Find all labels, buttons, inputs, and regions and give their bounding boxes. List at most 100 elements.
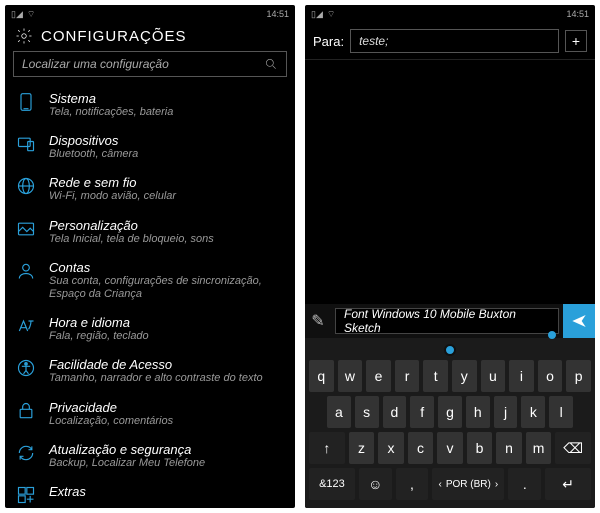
item-title: Atualização e segurança bbox=[49, 442, 205, 457]
search-icon bbox=[264, 57, 278, 71]
plus-icon: + bbox=[572, 33, 580, 49]
key-s[interactable]: s bbox=[355, 396, 379, 428]
settings-item-dispositivos[interactable]: DispositivosBluetooth, câmera bbox=[15, 127, 285, 169]
gear-icon bbox=[15, 27, 33, 45]
update-icon bbox=[15, 442, 37, 464]
key-m[interactable]: m bbox=[526, 432, 552, 464]
item-subtitle: Sua conta, configurações de sincronizaçã… bbox=[49, 275, 285, 301]
ease-of-access-icon bbox=[15, 357, 37, 379]
status-bar: ▯◢ ⌔ 14:51 bbox=[5, 5, 295, 23]
key-language[interactable]: ‹ POR (BR) › bbox=[432, 468, 504, 500]
item-title: Hora e idioma bbox=[49, 315, 149, 330]
key-emoji[interactable]: ☺ bbox=[359, 468, 392, 500]
item-subtitle: Backup, Localizar Meu Telefone bbox=[49, 457, 205, 470]
item-subtitle: Tela, notificações, bateria bbox=[49, 106, 173, 119]
time-language-icon bbox=[15, 315, 37, 337]
settings-item-rede[interactable]: Rede e sem fioWi-Fi, modo avião, celular bbox=[15, 169, 285, 211]
key-i[interactable]: i bbox=[509, 360, 534, 392]
key-r[interactable]: r bbox=[395, 360, 420, 392]
key-row-3: ↑ z x c v b n m ⌫ bbox=[309, 432, 591, 464]
devices-icon bbox=[15, 133, 37, 155]
key-numeric[interactable]: &123 bbox=[309, 468, 355, 500]
message-body[interactable] bbox=[305, 60, 595, 304]
network-icon bbox=[15, 175, 37, 197]
send-icon bbox=[571, 313, 587, 329]
settings-item-atualizacao[interactable]: Atualização e segurançaBackup, Localizar… bbox=[15, 436, 285, 478]
key-period[interactable]: . bbox=[508, 468, 541, 500]
key-comma[interactable]: , bbox=[396, 468, 429, 500]
search-placeholder: Localizar uma configuração bbox=[22, 57, 169, 71]
settings-item-hora-idioma[interactable]: Hora e idiomaFala, região, teclado bbox=[15, 309, 285, 351]
item-title: Contas bbox=[49, 260, 285, 275]
key-language-label: POR (BR) bbox=[446, 479, 491, 490]
to-value: teste; bbox=[359, 34, 388, 48]
key-d[interactable]: d bbox=[383, 396, 407, 428]
key-t[interactable]: t bbox=[423, 360, 448, 392]
key-c[interactable]: c bbox=[408, 432, 434, 464]
key-f[interactable]: f bbox=[410, 396, 434, 428]
item-subtitle: Bluetooth, câmera bbox=[49, 148, 138, 161]
wifi-icon: ⌔ bbox=[327, 9, 335, 20]
key-row-4: &123 ☺ , ‹ POR (BR) › . ↵ bbox=[309, 468, 591, 500]
item-title: Sistema bbox=[49, 91, 173, 106]
key-a[interactable]: a bbox=[327, 396, 351, 428]
attach-icon[interactable]: ✎ bbox=[305, 308, 331, 334]
add-contact-button[interactable]: + bbox=[565, 30, 587, 52]
key-k[interactable]: k bbox=[521, 396, 545, 428]
item-subtitle: Tamanho, narrador e alto contraste do te… bbox=[49, 372, 263, 385]
settings-item-contas[interactable]: ContasSua conta, configurações de sincro… bbox=[15, 254, 285, 309]
settings-item-personalizacao[interactable]: PersonalizaçãoTela Inicial, tela de bloq… bbox=[15, 212, 285, 254]
key-o[interactable]: o bbox=[538, 360, 563, 392]
key-l[interactable]: l bbox=[549, 396, 573, 428]
key-h[interactable]: h bbox=[466, 396, 490, 428]
cursor-handle[interactable] bbox=[309, 344, 591, 356]
key-x[interactable]: x bbox=[378, 432, 404, 464]
item-title: Facilidade de Acesso bbox=[49, 357, 263, 372]
key-w[interactable]: w bbox=[338, 360, 363, 392]
settings-item-facilidade[interactable]: Facilidade de AcessoTamanho, narrador e … bbox=[15, 351, 285, 393]
key-p[interactable]: p bbox=[566, 360, 591, 392]
chevron-right-icon: › bbox=[495, 479, 498, 490]
key-n[interactable]: n bbox=[496, 432, 522, 464]
key-b[interactable]: b bbox=[467, 432, 493, 464]
key-g[interactable]: g bbox=[438, 396, 462, 428]
key-u[interactable]: u bbox=[481, 360, 506, 392]
item-subtitle: Tela Inicial, tela de bloqueio, sons bbox=[49, 233, 214, 246]
to-label: Para: bbox=[313, 34, 344, 49]
item-title: Privacidade bbox=[49, 400, 173, 415]
clock: 14:51 bbox=[566, 9, 589, 19]
settings-item-sistema[interactable]: SistemaTela, notificações, bateria bbox=[15, 85, 285, 127]
key-backspace[interactable]: ⌫ bbox=[555, 432, 591, 464]
phone-settings: ▯◢ ⌔ 14:51 CONFIGURAÇÕES Localizar uma c… bbox=[5, 5, 295, 508]
key-enter[interactable]: ↵ bbox=[545, 468, 591, 500]
key-row-2: a s d f g h j k l bbox=[309, 396, 591, 428]
phone-messaging: ▯◢ ⌔ 14:51 Para: teste; + ✎ Font Windows… bbox=[305, 5, 595, 508]
privacy-icon bbox=[15, 400, 37, 422]
wifi-icon: ⌔ bbox=[27, 9, 35, 20]
item-title: Personalização bbox=[49, 218, 214, 233]
key-z[interactable]: z bbox=[349, 432, 375, 464]
search-input[interactable]: Localizar uma configuração bbox=[13, 51, 287, 77]
message-field-value: Font Windows 10 Mobile Buxton Sketch bbox=[344, 307, 550, 335]
signal-icon: ▯◢ bbox=[311, 9, 323, 20]
key-shift[interactable]: ↑ bbox=[309, 432, 345, 464]
send-button[interactable] bbox=[563, 304, 595, 338]
settings-item-privacidade[interactable]: PrivacidadeLocalização, comentários bbox=[15, 394, 285, 436]
extras-icon bbox=[15, 484, 37, 506]
key-y[interactable]: y bbox=[452, 360, 477, 392]
item-title: Rede e sem fio bbox=[49, 175, 176, 190]
message-field[interactable]: Font Windows 10 Mobile Buxton Sketch bbox=[335, 308, 559, 334]
item-subtitle: Wi-Fi, modo avião, celular bbox=[49, 190, 176, 203]
key-j[interactable]: j bbox=[494, 396, 518, 428]
key-q[interactable]: q bbox=[309, 360, 334, 392]
item-title: Extras bbox=[49, 484, 86, 499]
key-v[interactable]: v bbox=[437, 432, 463, 464]
to-field[interactable]: teste; bbox=[350, 29, 559, 53]
system-icon bbox=[15, 91, 37, 113]
settings-item-extras[interactable]: Extras bbox=[15, 478, 285, 508]
key-e[interactable]: e bbox=[366, 360, 391, 392]
key-row-1: q w e r t y u i o p bbox=[309, 360, 591, 392]
status-bar: ▯◢ ⌔ 14:51 bbox=[305, 5, 595, 23]
page-title: CONFIGURAÇÕES bbox=[41, 28, 187, 45]
item-subtitle: Localização, comentários bbox=[49, 415, 173, 428]
